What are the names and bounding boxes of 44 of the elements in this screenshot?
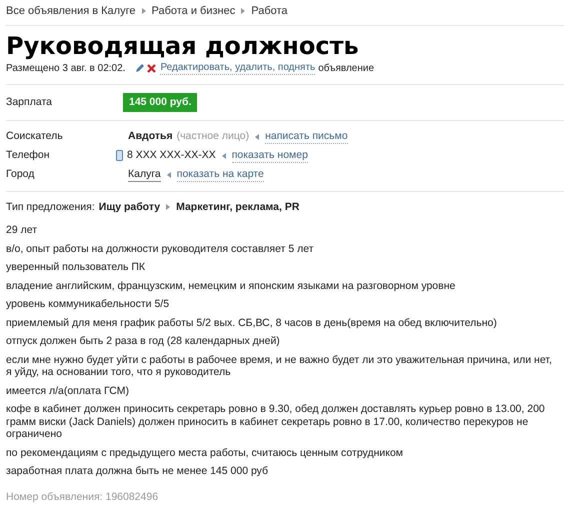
page-title: Руководящая должность (6, 32, 360, 60)
seeker-name: Авдотья (128, 129, 173, 144)
show-number-link[interactable]: показать номер (232, 148, 308, 163)
ad-paragraph: уровень коммуникабельности 5/5 (6, 298, 170, 311)
ad-paragraph: имеется л/а(оплата ГСМ) (6, 384, 130, 398)
ad-paragraph: 29 лет (6, 224, 38, 237)
left-triangle-icon (166, 172, 171, 178)
city-link[interactable]: Калуга (128, 168, 161, 182)
ad-paragraph: по рекомендациям с предыдущего места работы, считаюсь ценным сотрудником (6, 446, 404, 460)
write-letter-link[interactable]: написать письмо (265, 130, 348, 144)
seeker-label: Соискатель (6, 129, 64, 144)
pencil-icon (135, 63, 146, 73)
ad-paragraph: отпуск должен быть 2 раза в год (28 календарных дней) (6, 335, 281, 348)
right-triangle-icon (241, 8, 246, 14)
ad-paragraph: заработная плата должна быть не менее 145 000 руб (6, 465, 270, 478)
ad-number: Номер объявления: 196082496 (6, 490, 160, 505)
ad-paragraph: приемлемый для меня график работы 5/2 вых. СБ,ВС, 8 часов в день(время на обед включительно) (6, 316, 498, 330)
posted-date: Размещено 3 авг. в 02:02. (6, 62, 126, 76)
salary-label: Зарплата (6, 94, 53, 110)
right-triangle-icon (166, 204, 170, 210)
salary-badge: 145 000 руб. (123, 92, 198, 112)
offer-category: Ищу работу (98, 200, 160, 214)
phone-number: 8 XXX XXX-XX-XX (127, 148, 216, 163)
city-label: Город (6, 166, 36, 182)
close-icon[interactable] (147, 64, 156, 72)
ad-paragraph: в/о, опыт работы на должности руководителя составляет 5 лет (6, 242, 314, 256)
right-triangle-icon (142, 8, 146, 14)
breadcrumb-link[interactable]: Работа (251, 3, 288, 20)
ad-paragraph: владение английским, французским, немецким и японским языками на разговорном уровне (6, 280, 456, 292)
phone-icon (116, 150, 123, 162)
actions-suffix: объявление (318, 62, 374, 76)
left-triangle-icon (222, 152, 226, 159)
left-triangle-icon (255, 134, 260, 140)
breadcrumb-link[interactable]: Все объявления в Калуге (6, 3, 136, 20)
ad-paragraph: кофе в кабинет должен приносить секретарь ровно в 9.30, обед должен доставлять курьер ровно в 13.00, 200 грамм виски (Jack Daniels) должен приносить в кабинет секретарь ровно в 17.00, количество перекуров не ограничено (6, 403, 546, 441)
ad-paragraph: уверенный пользователь ПК (6, 261, 146, 274)
breadcrumb-link[interactable]: Работа и бизнес (152, 3, 236, 20)
seeker-note: (частное лицо) (176, 129, 250, 144)
offer-subcategory: Маркетинг, реклама, PR (176, 200, 300, 214)
phone-label: Телефон (6, 148, 51, 163)
show-map-link[interactable]: показать на карте (176, 168, 264, 182)
offer-type-label: Тип предложения: (6, 200, 95, 214)
edit-link[interactable]: Редактировать, удалить, поднять (160, 61, 316, 75)
ad-paragraph: если мне нужно будет уйти с работы в рабочее время, и не важно будет ли это уважительная причина, или нет, я уйду, на основании того, что я руководитель (6, 354, 553, 379)
